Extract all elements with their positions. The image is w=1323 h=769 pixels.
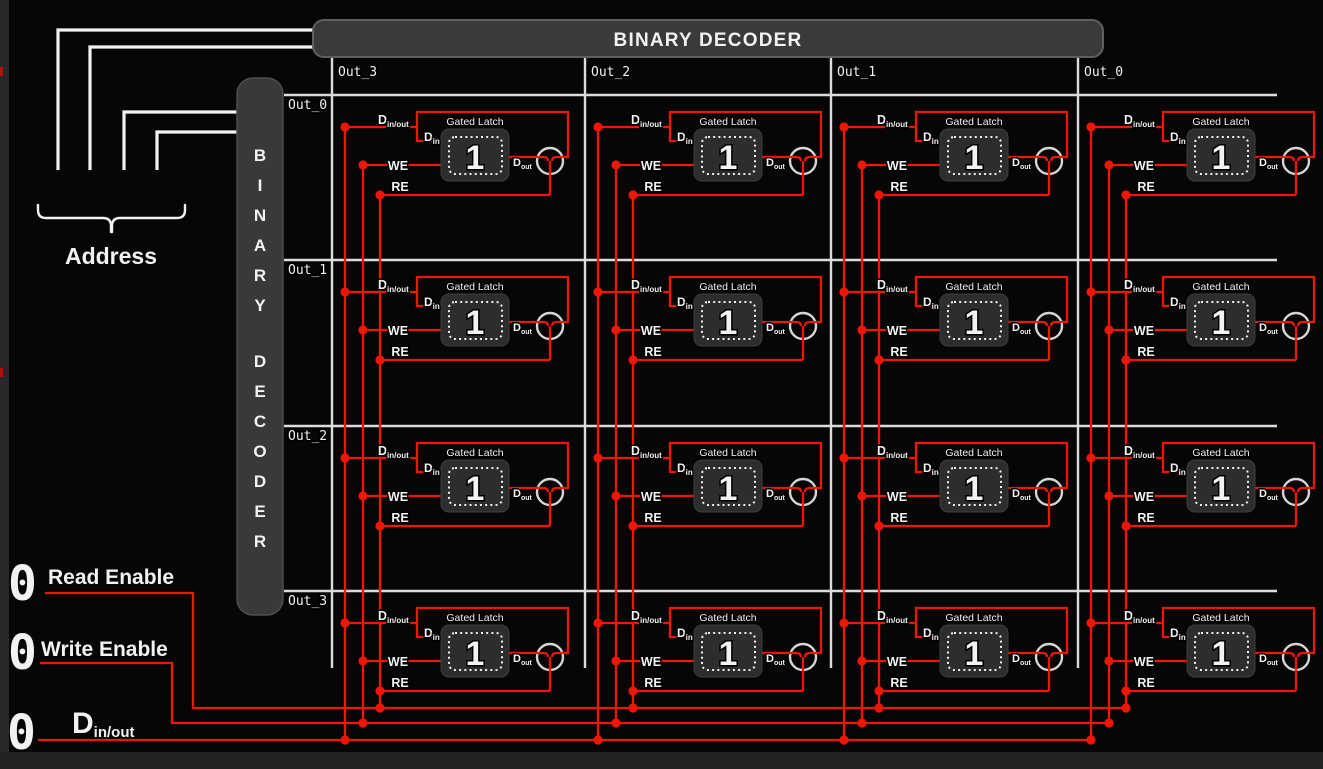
- junction-dot: [358, 718, 367, 727]
- junction-dot: [593, 735, 602, 744]
- column-label: Out_3: [338, 65, 377, 80]
- left-decoder-letter: I: [258, 176, 263, 195]
- left-decoder-letter: C: [254, 412, 266, 431]
- write-enable-value: 0: [8, 625, 37, 681]
- memory-circuit-diagram: Out_3 Out_2 Out_1 Out_0 Out_0 Out_1 Out_…: [0, 0, 1323, 769]
- junction-dot: [857, 718, 866, 727]
- write-enable-label: Write Enable: [41, 638, 168, 661]
- junction-dot: [375, 190, 384, 199]
- left-binary-decoder: B I N A R Y D E C O D E R: [237, 78, 283, 615]
- junction-dot: [874, 703, 883, 712]
- address-label: Address: [65, 243, 157, 269]
- read-enable-label: Read Enable: [48, 566, 174, 589]
- left-decoder-letter: A: [254, 236, 266, 255]
- row-label: Out_2: [288, 429, 327, 444]
- cell-re-label: RE: [391, 180, 408, 194]
- junction-dot: [628, 703, 637, 712]
- left-decoder-letter: D: [254, 352, 266, 371]
- junction-dot: [839, 735, 848, 744]
- column-label: Out_2: [591, 65, 630, 80]
- left-decoder-letter: E: [254, 382, 265, 401]
- top-binary-decoder: BINARY DECODER: [313, 20, 1103, 57]
- junction-dot: [358, 160, 367, 169]
- junction-dot: [611, 718, 620, 727]
- junction-dot: [340, 735, 349, 744]
- junction-dot: [1086, 735, 1095, 744]
- left-decoder-letter: D: [254, 472, 266, 491]
- top-decoder-title: BINARY DECODER: [614, 30, 803, 51]
- junction-dot: [340, 122, 349, 131]
- gated-latch-title: Gated Latch: [446, 116, 503, 128]
- left-edge-red-tick: [0, 368, 3, 377]
- cell-we-label: WE: [388, 159, 408, 173]
- read-enable-value: 0: [8, 556, 37, 612]
- column-label: Out_1: [837, 65, 876, 80]
- left-decoder-letter: Y: [254, 296, 266, 315]
- bottom-edge-strip: [0, 752, 1323, 769]
- row-label: Out_0: [288, 98, 327, 113]
- left-decoder-letter: O: [253, 442, 266, 461]
- latch-value: 1: [466, 139, 485, 177]
- left-edge-red-tick: [0, 67, 3, 76]
- junction-dot: [1104, 718, 1113, 727]
- left-decoder-letter: R: [254, 532, 266, 551]
- junction-dot: [1121, 703, 1130, 712]
- left-decoder-letter: B: [254, 146, 266, 165]
- row-label: Out_3: [288, 594, 327, 609]
- data-inout-value: 0: [7, 705, 36, 761]
- row-label: Out_1: [288, 263, 327, 278]
- left-decoder-letter: E: [254, 502, 265, 521]
- column-label: Out_0: [1084, 65, 1123, 80]
- left-decoder-letter: N: [254, 206, 266, 225]
- left-decoder-letter: R: [254, 266, 266, 285]
- junction-dot: [375, 703, 384, 712]
